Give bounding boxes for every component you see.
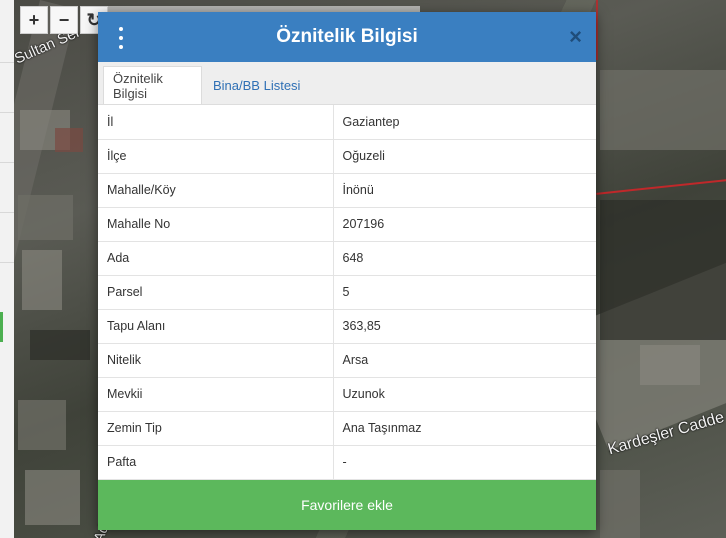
vertical-dots-icon[interactable] [117, 27, 125, 49]
table-row: Mahalle No 207196 [98, 207, 596, 242]
tab-attribute-info[interactable]: Öznitelik Bilgisi [103, 66, 202, 104]
attribute-key: Nitelik [98, 343, 334, 378]
table-row: Tapu Alanı 363,85 [98, 309, 596, 344]
map-building [55, 128, 83, 152]
table-row: Pafta - [98, 445, 596, 480]
attribute-key: Pafta [98, 445, 334, 480]
attribute-value: Arsa [333, 343, 596, 378]
attribute-table: İl Gaziantep İlçe Oğuzeli Mahalle/Köy İn… [98, 105, 596, 480]
parcel-boundary-line [596, 0, 598, 60]
attribute-value: 5 [333, 275, 596, 310]
tab-building-list[interactable]: Bina/BB Listesi [204, 66, 309, 104]
attribute-key: Mevkii [98, 377, 334, 412]
side-panel-edge [0, 0, 14, 538]
map-building [25, 470, 80, 525]
map-field [600, 200, 726, 340]
attribute-value: Ana Taşınmaz [333, 411, 596, 446]
attribute-value: 207196 [333, 207, 596, 242]
attribute-key: İlçe [98, 139, 334, 174]
map-field [600, 70, 726, 150]
zoom-in-button[interactable]: + [20, 6, 48, 34]
map-building [600, 470, 640, 538]
table-row: Parsel 5 [98, 275, 596, 310]
map-controls: + − ↻ [20, 6, 108, 34]
table-row: Zemin Tip Ana Taşınmaz [98, 411, 596, 446]
table-row: İlçe Oğuzeli [98, 139, 596, 174]
attribute-value: İnönü [333, 173, 596, 208]
zoom-out-button[interactable]: − [50, 6, 78, 34]
attribute-key: İl [98, 105, 334, 140]
attribute-info-dialog: Öznitelik Bilgisi × Öznitelik Bilgisi Bi… [98, 12, 596, 530]
table-row: Mevkii Uzunok [98, 377, 596, 412]
map-field [640, 345, 700, 385]
attribute-value: Uzunok [333, 377, 596, 412]
attribute-value: Gaziantep [333, 105, 596, 140]
table-row: İl Gaziantep [98, 105, 596, 140]
attribute-value: 363,85 [333, 309, 596, 344]
dialog-title: Öznitelik Bilgisi [276, 26, 418, 47]
dialog-tabs: Öznitelik Bilgisi Bina/BB Listesi [98, 62, 596, 105]
dialog-header: Öznitelik Bilgisi × [98, 12, 596, 62]
attribute-value: Oğuzeli [333, 139, 596, 174]
attribute-value: 648 [333, 241, 596, 276]
attribute-key: Parsel [98, 275, 334, 310]
map-building [18, 400, 66, 450]
table-row: Nitelik Arsa [98, 343, 596, 378]
attribute-key: Mahalle No [98, 207, 334, 242]
attribute-key: Mahalle/Köy [98, 173, 334, 208]
side-panel-indicator [0, 312, 3, 342]
attribute-key: Ada [98, 241, 334, 276]
add-to-favorites-button[interactable]: Favorilere ekle [98, 480, 596, 530]
table-row: Ada 648 [98, 241, 596, 276]
map-building [22, 250, 62, 310]
attribute-key: Zemin Tip [98, 411, 334, 446]
parcel-boundary-line [596, 177, 726, 195]
close-icon[interactable]: × [569, 25, 582, 49]
map-building [18, 195, 73, 240]
table-row: Mahalle/Köy İnönü [98, 173, 596, 208]
map-building [30, 330, 90, 360]
attribute-key: Tapu Alanı [98, 309, 334, 344]
attribute-value: - [333, 445, 596, 480]
